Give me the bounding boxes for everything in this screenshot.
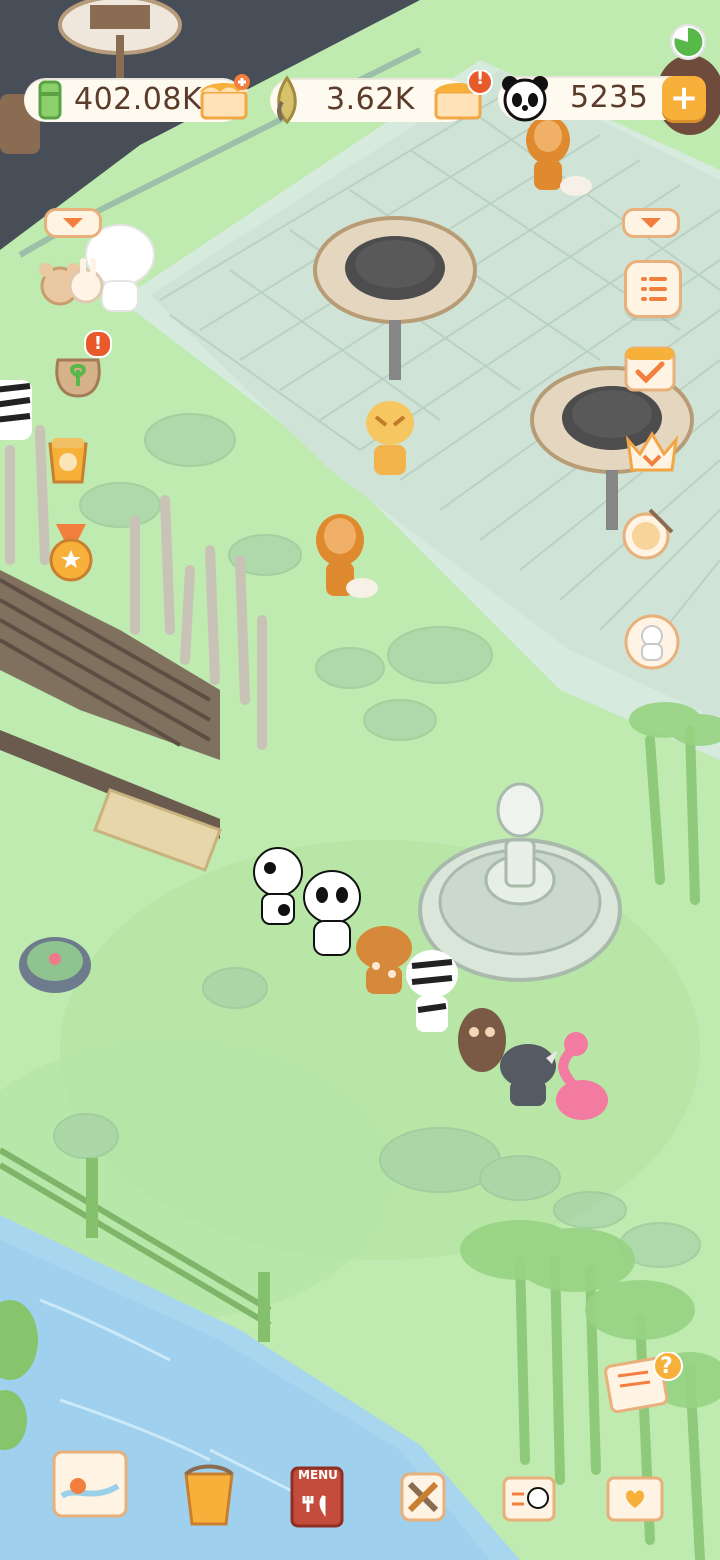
visitor-avatar-icon bbox=[624, 614, 680, 670]
deer-character bbox=[356, 926, 412, 994]
shop-alert-badge: ! bbox=[476, 68, 485, 89]
chevron-down-icon bbox=[641, 218, 661, 228]
calendar-check-icon bbox=[624, 346, 676, 392]
drum-button[interactable] bbox=[620, 506, 678, 562]
map-icon bbox=[52, 1450, 128, 1518]
gift-pot-button[interactable] bbox=[38, 430, 98, 492]
crown-button[interactable] bbox=[624, 426, 680, 476]
help-badge: ? bbox=[660, 1354, 673, 1379]
flamingo-character bbox=[556, 1032, 608, 1120]
gift-pot-icon bbox=[48, 438, 88, 484]
bear-bunny-icon bbox=[39, 258, 104, 306]
animal-friends-button[interactable] bbox=[36, 258, 110, 310]
map-button[interactable] bbox=[48, 1446, 132, 1522]
owl-character bbox=[458, 1008, 506, 1072]
zebra-character bbox=[0, 380, 32, 440]
storage-box-icon bbox=[606, 1476, 664, 1522]
currency1-value: 402.08K bbox=[74, 82, 203, 117]
storage-box-button[interactable] bbox=[602, 1466, 668, 1528]
collapse-left-chip[interactable] bbox=[44, 208, 102, 238]
add-currency-button[interactable]: + bbox=[662, 76, 706, 120]
task-list-button[interactable] bbox=[624, 260, 682, 318]
tools-button[interactable] bbox=[392, 1466, 454, 1528]
menu-book-label: MENU bbox=[298, 1468, 338, 1482]
id-card-icon bbox=[502, 1476, 556, 1522]
fox-character bbox=[316, 514, 378, 598]
panda-icon bbox=[498, 72, 552, 126]
panda-character bbox=[303, 870, 361, 956]
currency3-value: 5235 bbox=[570, 80, 649, 115]
seed-bag-alert-badge: ! bbox=[84, 330, 112, 358]
zebra-character bbox=[406, 950, 458, 1032]
currency2-value: 3.62K bbox=[326, 82, 415, 117]
drum-icon bbox=[622, 508, 674, 560]
paint-bucket-button[interactable] bbox=[176, 1460, 242, 1530]
tools-icon bbox=[400, 1472, 446, 1522]
tiger-character bbox=[366, 401, 414, 475]
medal-icon bbox=[49, 524, 93, 582]
shop-stall-button[interactable] bbox=[196, 74, 252, 124]
medal-button[interactable] bbox=[46, 524, 96, 582]
bamboo-shoot-icon bbox=[270, 74, 304, 126]
panda-id-button[interactable] bbox=[498, 1466, 560, 1528]
paint-bucket-icon bbox=[184, 1464, 234, 1526]
cow-character bbox=[253, 847, 303, 925]
animals-layer bbox=[0, 55, 720, 1120]
bamboo-coin-icon bbox=[32, 78, 68, 122]
timer-icon bbox=[670, 24, 706, 60]
crown-icon bbox=[625, 431, 679, 472]
fox-character bbox=[526, 116, 592, 196]
calendar-check-button[interactable] bbox=[622, 342, 678, 394]
game-scene[interactable]: 402.08K 3.62K ! 5235 + ! ? MENU bbox=[0, 0, 720, 1560]
chevron-down-icon bbox=[63, 218, 83, 228]
visitor-avatar-button[interactable] bbox=[624, 614, 680, 670]
rhino-character bbox=[500, 1044, 558, 1106]
shop-stall-alert-button[interactable] bbox=[430, 69, 496, 124]
list-icon bbox=[641, 277, 667, 301]
collapse-right-chip[interactable] bbox=[622, 208, 680, 238]
